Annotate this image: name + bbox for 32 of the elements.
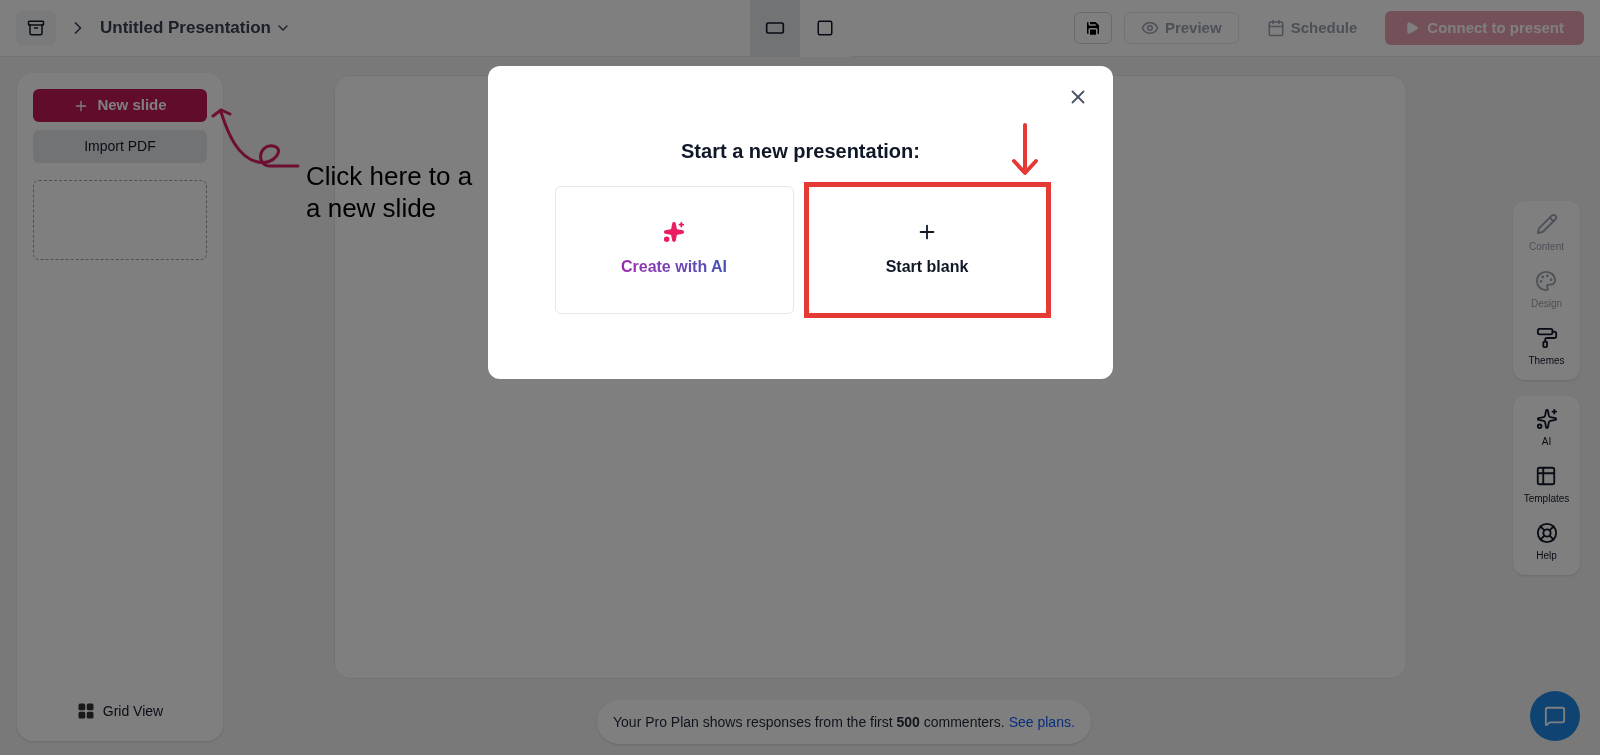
import-pdf-button[interactable]: Import PDF [33,130,207,163]
archive-button[interactable] [16,11,56,45]
sparkles-icon [663,221,685,243]
dialog-title: Start a new presentation: [681,139,920,164]
square-icon [816,19,834,37]
wide-view-toggle[interactable] [750,0,800,57]
lifebuoy-icon [1535,522,1558,544]
down-arrow-icon [1009,122,1040,178]
chat-icon [1544,705,1566,727]
tool-button[interactable]: AI [1535,404,1558,453]
paint-roller-icon [1535,327,1558,349]
chat-button[interactable] [1530,691,1580,741]
eye-icon [1140,19,1159,37]
hint-text: Click here to a a new slide [306,160,474,224]
grid-view-button[interactable]: Grid View [33,693,207,729]
tool-button[interactable]: Templates [1523,461,1570,510]
play-icon [1405,21,1420,35]
archive-icon [27,19,45,37]
sparkles-icon [1535,408,1558,430]
new-slide-button[interactable]: New slide [33,89,207,122]
palette-icon [1535,270,1558,292]
tool-button[interactable]: Themes [1528,323,1565,372]
tool-button[interactable]: Help [1535,518,1558,567]
save-button[interactable] [1073,12,1112,44]
table-icon [1535,465,1558,487]
calendar-icon [1266,19,1285,37]
create-with-ai-card[interactable]: Create with AI [554,186,794,314]
grid-icon [76,702,95,720]
presentation-title-button[interactable]: Untitled Presentation [100,15,291,41]
pencil-icon [1535,213,1558,235]
see-plans-link[interactable]: See plans. [1008,711,1075,733]
notice-text: Your Pro Plan shows responses from the first 500 commenters. [613,712,1005,732]
